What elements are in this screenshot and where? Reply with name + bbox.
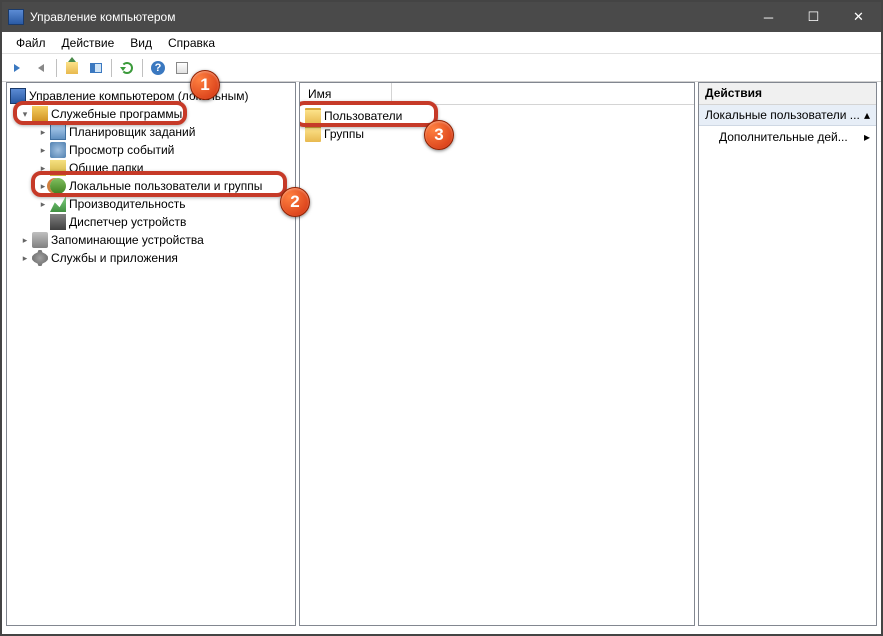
expander-icon[interactable]: ▸ [37, 163, 49, 174]
device-icon [50, 214, 66, 230]
menu-file[interactable]: Файл [8, 34, 54, 52]
list-item-label: Пользователи [324, 109, 402, 123]
menu-action[interactable]: Действие [54, 34, 123, 52]
tree-label: Общие папки [69, 161, 143, 175]
column-header-row: Имя [300, 83, 694, 105]
tree-label: Планировщик заданий [69, 125, 195, 139]
title-bar: Управление компьютером ─ ☐ ✕ [2, 2, 881, 32]
arrow-left-icon [14, 64, 20, 72]
menu-bar: Файл Действие Вид Справка [2, 32, 881, 54]
expander-icon[interactable]: ▸ [19, 253, 31, 264]
event-icon [50, 142, 66, 158]
scheduler-icon [50, 124, 66, 140]
chevron-right-icon: ▸ [864, 130, 870, 144]
expander-icon[interactable]: ▸ [37, 181, 49, 192]
tree-label: Производительность [69, 197, 185, 211]
users-icon [50, 178, 66, 194]
tree-label: Диспетчер устройств [69, 215, 186, 229]
close-button[interactable]: ✕ [836, 2, 881, 32]
actions-header: Действия [699, 83, 876, 105]
refresh-icon [121, 62, 133, 74]
expander-icon[interactable]: ▸ [19, 235, 31, 246]
menu-help[interactable]: Справка [160, 34, 223, 52]
refresh-button[interactable] [116, 57, 138, 79]
collapse-icon: ▴ [864, 108, 870, 122]
folder-icon [305, 126, 321, 142]
tree-label: Службы и приложения [51, 251, 178, 265]
services-icon [32, 250, 48, 266]
share-icon [50, 160, 66, 176]
tree-storage[interactable]: ▸ Запоминающие устройства [9, 231, 293, 249]
folder-icon [305, 108, 321, 124]
actions-subject-label: Локальные пользователи ... [705, 108, 860, 122]
help-button[interactable] [147, 57, 169, 79]
performance-icon [50, 196, 66, 212]
storage-icon [32, 232, 48, 248]
menu-view[interactable]: Вид [122, 34, 160, 52]
tree-system-tools[interactable]: ▾ Служебные программы [9, 105, 293, 123]
list-item-users[interactable]: Пользователи [304, 107, 690, 125]
tree-shared-folders[interactable]: ▸ Общие папки [9, 159, 293, 177]
arrow-right-icon [38, 64, 44, 72]
actions-pane: Действия Локальные пользователи ... ▴ До… [698, 82, 877, 626]
tree-local-users-groups[interactable]: ▸ Локальные пользователи и группы [9, 177, 293, 195]
tree-services-apps[interactable]: ▸ Службы и приложения [9, 249, 293, 267]
actions-more[interactable]: Дополнительные дей... ▸ [699, 126, 876, 148]
computer-icon [10, 88, 26, 104]
list-item-groups[interactable]: Группы [304, 125, 690, 143]
expander-icon[interactable]: ▸ [37, 145, 49, 156]
properties-button[interactable] [171, 57, 193, 79]
properties-icon [176, 62, 188, 74]
window-title: Управление компьютером [30, 10, 175, 24]
minimize-button[interactable]: ─ [746, 2, 791, 32]
help-icon [151, 61, 165, 75]
nav-back-button[interactable] [6, 57, 28, 79]
tree-root-label: Управление компьютером (локальным) [29, 89, 249, 103]
column-header-name[interactable]: Имя [308, 83, 392, 104]
tree-root[interactable]: Управление компьютером (локальным) [9, 87, 293, 105]
navigation-tree[interactable]: Управление компьютером (локальным) ▾ Слу… [6, 82, 296, 626]
app-icon [8, 9, 24, 25]
nav-forward-button[interactable] [30, 57, 52, 79]
tree-label: Запоминающие устройства [51, 233, 204, 247]
actions-subject[interactable]: Локальные пользователи ... ▴ [699, 105, 876, 126]
up-level-button[interactable] [61, 57, 83, 79]
expander-icon[interactable]: ▸ [37, 199, 49, 210]
tree-label: Служебные программы [51, 107, 182, 121]
tree-event-viewer[interactable]: ▸ Просмотр событий [9, 141, 293, 159]
expander-icon[interactable]: ▾ [19, 109, 31, 120]
tree-performance[interactable]: ▸ Производительность [9, 195, 293, 213]
toolbar [2, 54, 881, 82]
tree-label: Просмотр событий [69, 143, 174, 157]
tree-label: Локальные пользователи и группы [69, 179, 262, 193]
actions-more-label: Дополнительные дей... [719, 130, 848, 144]
expander-icon[interactable]: ▸ [37, 127, 49, 138]
list-item-label: Группы [324, 127, 364, 141]
maximize-button[interactable]: ☐ [791, 2, 836, 32]
tree-device-manager[interactable]: Диспетчер устройств [9, 213, 293, 231]
folder-up-icon [66, 62, 78, 74]
show-pane-button[interactable] [85, 57, 107, 79]
content-list: Имя Пользователи Группы [299, 82, 695, 626]
tree-task-scheduler[interactable]: ▸ Планировщик заданий [9, 123, 293, 141]
tools-icon [32, 106, 48, 122]
pane-icon [90, 63, 102, 73]
